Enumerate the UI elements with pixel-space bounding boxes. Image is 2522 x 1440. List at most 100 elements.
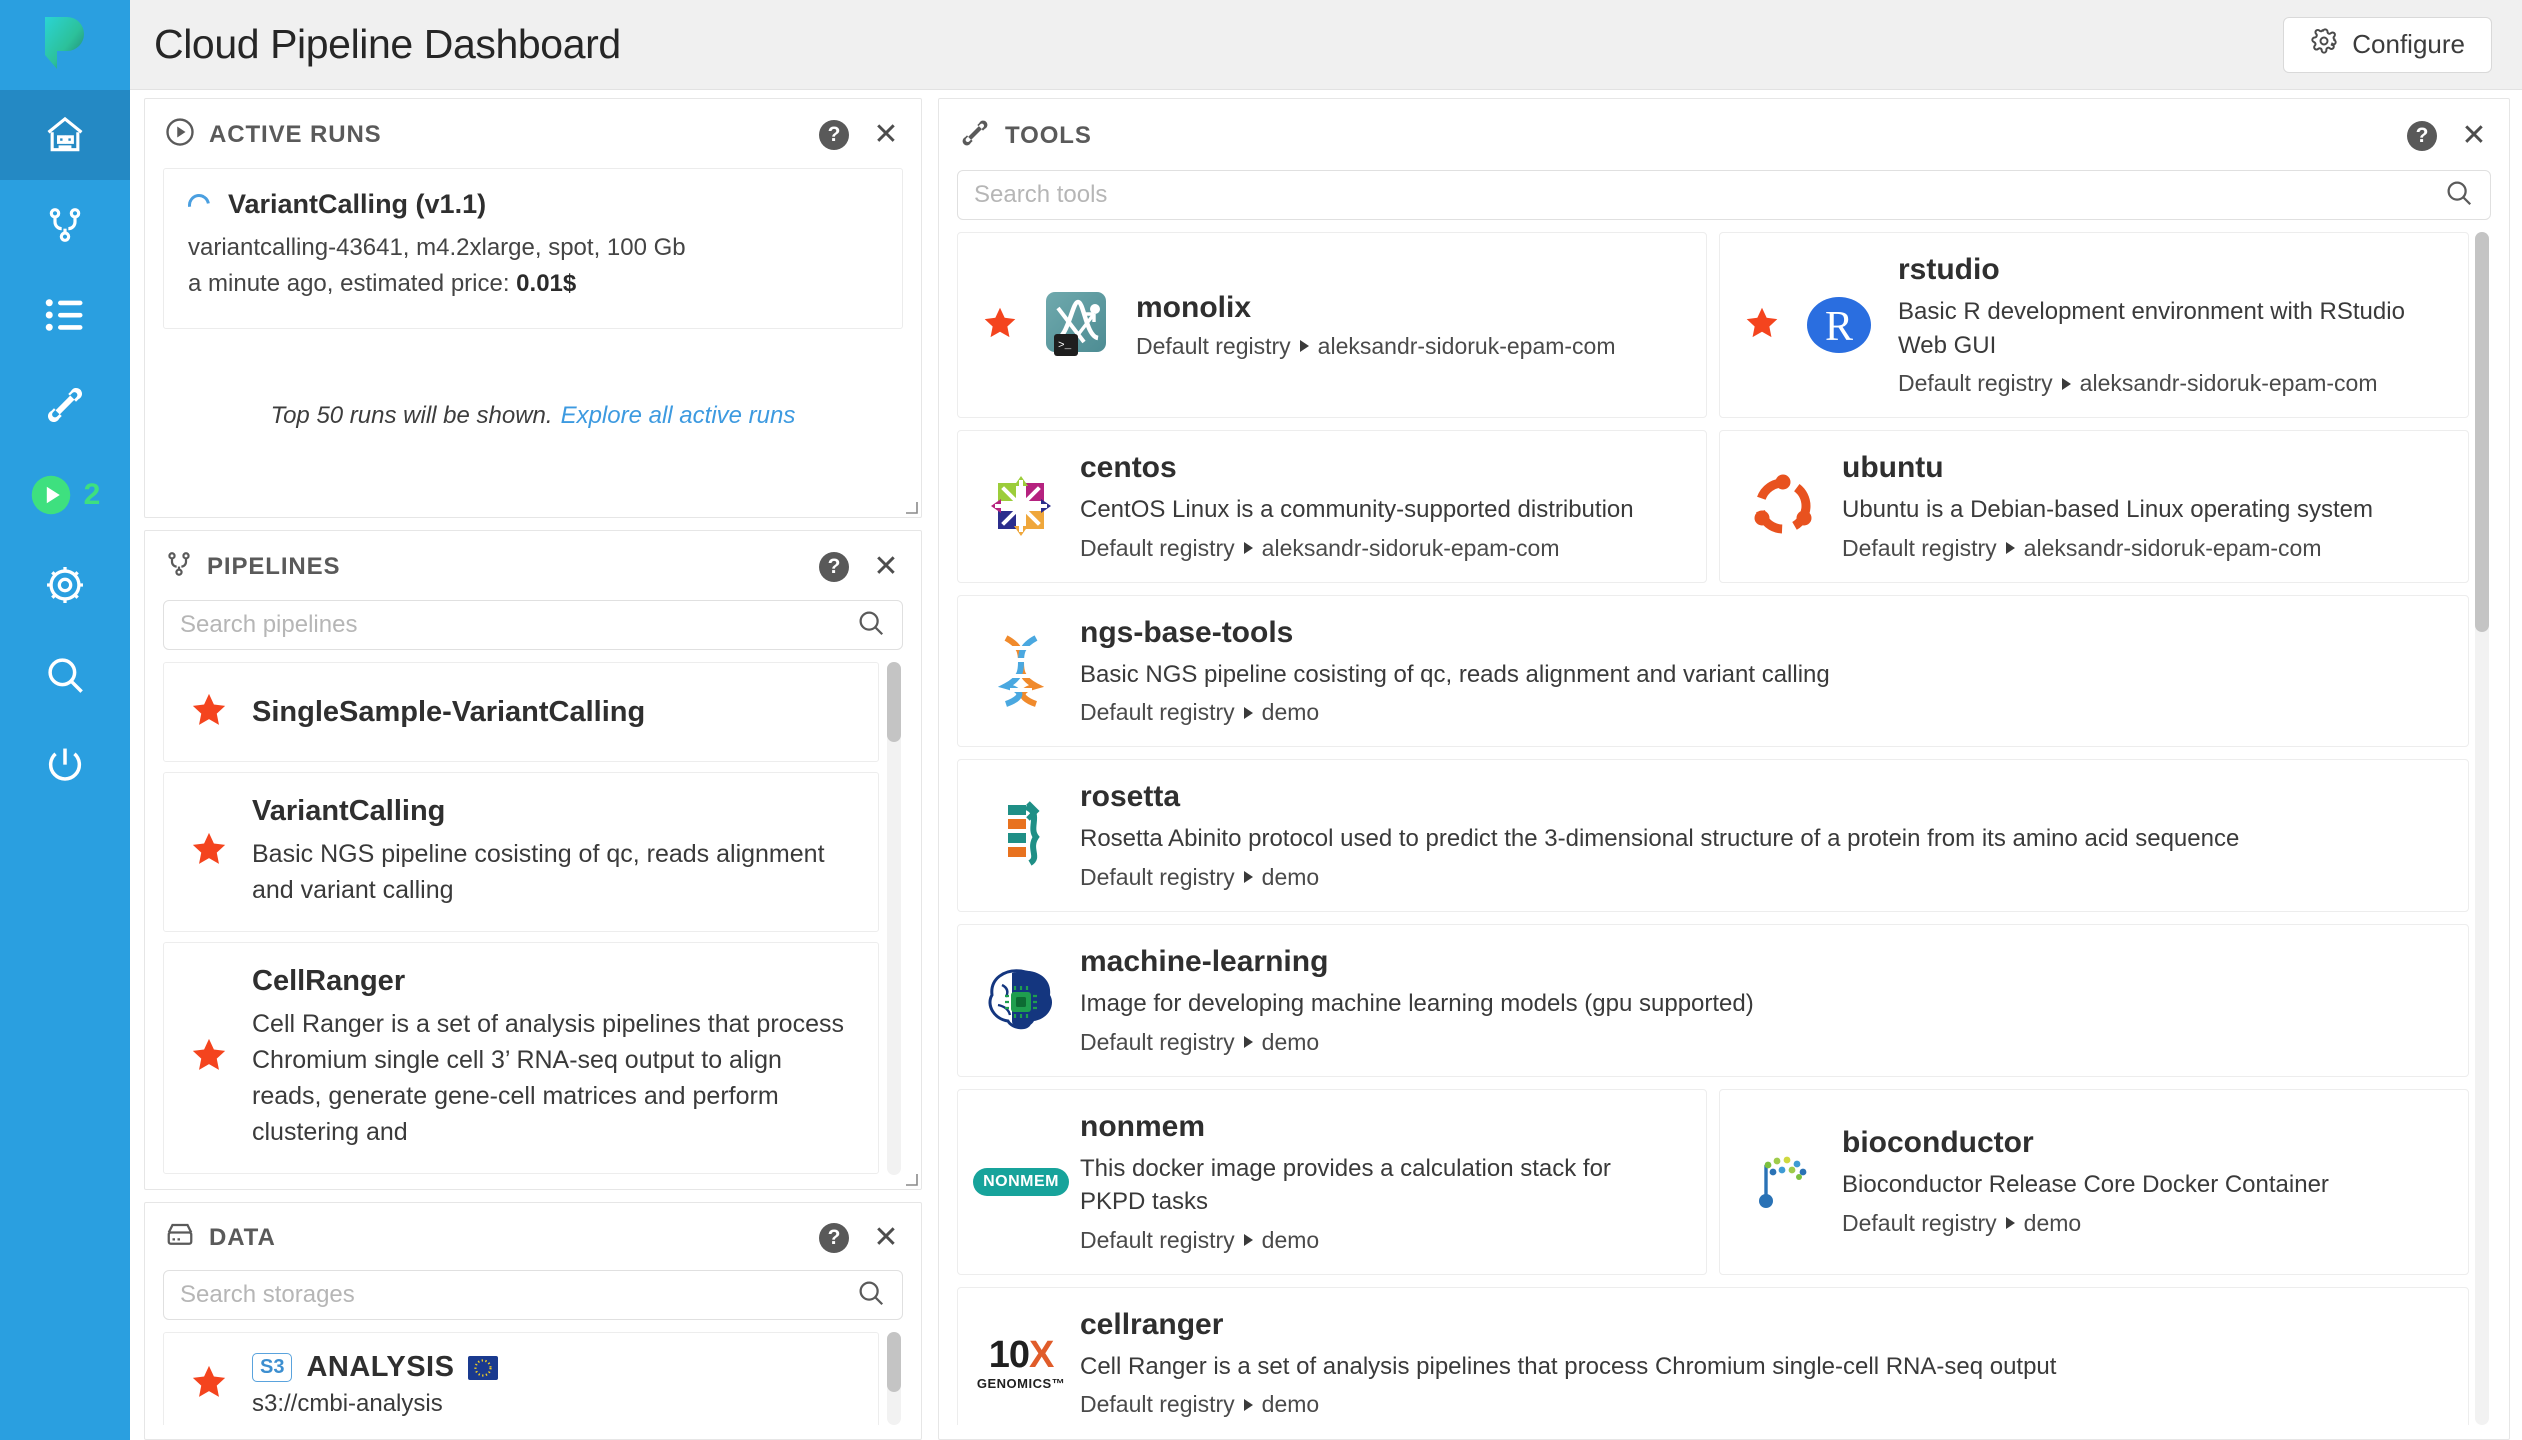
- tool-registry-label: Default registry: [1080, 535, 1235, 562]
- close-icon[interactable]: ✕: [2459, 121, 2489, 151]
- tool-name: ubuntu: [1842, 451, 2373, 485]
- tool-card-nonmem[interactable]: NONMEM nonmem This docker image provides…: [957, 1089, 1707, 1275]
- scrollbar-thumb[interactable]: [887, 1332, 901, 1392]
- tool-registry: Default registry aleksandr-sidoruk-epam-…: [1898, 370, 2444, 397]
- sidebar-item-runs[interactable]: 2: [0, 450, 130, 540]
- tool-card-centos[interactable]: centos CentOS Linux is a community-suppo…: [957, 430, 1707, 583]
- cloud-pipeline-logo-icon: [39, 15, 91, 76]
- tool-registry: Default registry demo: [1080, 864, 2239, 891]
- help-icon[interactable]: ?: [819, 1223, 849, 1253]
- search-icon[interactable]: [2444, 178, 2474, 213]
- storages-search[interactable]: [163, 1270, 903, 1320]
- tool-card-ubuntu[interactable]: ubuntu Ubuntu is a Debian-based Linux op…: [1719, 430, 2469, 583]
- tenx-genomics-logo-icon: 10X GENOMICS™: [982, 1324, 1060, 1402]
- tool-registry: Default registry demo: [1842, 1210, 2329, 1237]
- favorite-star-icon[interactable]: [190, 1036, 228, 1079]
- storage-path: s3://cmbi-analysis: [252, 1390, 498, 1418]
- favorite-star-icon[interactable]: [190, 830, 228, 873]
- close-icon[interactable]: ✕: [871, 552, 901, 582]
- tool-registry: Default registry demo: [1080, 1391, 2056, 1418]
- favorite-star-icon[interactable]: [190, 691, 228, 734]
- favorite-star-icon[interactable]: [190, 1363, 228, 1406]
- tool-description: Ubuntu is a Debian-based Linux operating…: [1842, 493, 2373, 527]
- sidebar-runs-badge: 2: [84, 478, 101, 512]
- search-icon[interactable]: [856, 1278, 886, 1313]
- pipeline-description: Basic NGS pipeline cosisting of qc, read…: [252, 836, 852, 909]
- list-item[interactable]: CellRanger Cell Ranger is a set of analy…: [163, 942, 879, 1174]
- ubuntu-logo-icon: [1744, 467, 1822, 545]
- tool-card-ngs-base-tools[interactable]: ngs-base-tools Basic NGS pipeline cosist…: [957, 595, 2469, 748]
- help-icon[interactable]: ?: [2407, 121, 2437, 151]
- sidebar-item-search[interactable]: [0, 630, 130, 720]
- chevron-right-icon: [1244, 1036, 1253, 1048]
- tools-title: TOOLS: [1005, 122, 1092, 150]
- search-icon: [44, 654, 86, 696]
- tool-card-cellranger[interactable]: 10X GENOMICS™ cellranger Cell Ranger is …: [957, 1287, 2469, 1425]
- main-area: Cloud Pipeline Dashboard Configure: [130, 0, 2522, 1440]
- tool-description: Rosetta Abinito protocol used to predict…: [1080, 822, 2239, 856]
- sidebar-item-home[interactable]: [0, 90, 130, 180]
- tool-card-machine-learning[interactable]: machine-learning Image for developing ma…: [957, 924, 2469, 1077]
- git-branch-icon: [45, 203, 85, 247]
- configure-button[interactable]: Configure: [2283, 17, 2492, 73]
- sidebar-item-tools[interactable]: [0, 360, 130, 450]
- help-icon[interactable]: ?: [819, 120, 849, 150]
- tool-registry: Default registry aleksandr-sidoruk-epam-…: [1080, 535, 1634, 562]
- app-logo[interactable]: [0, 0, 130, 90]
- scrollbar-thumb[interactable]: [887, 662, 901, 742]
- list-item[interactable]: SingleSample-VariantCalling: [163, 662, 879, 762]
- list-item[interactable]: S3 ANALYSIS s3://cmbi-analysis: [163, 1332, 879, 1425]
- scrollbar[interactable]: [887, 1332, 901, 1425]
- tools-search[interactable]: [957, 170, 2491, 220]
- sidebar-item-logout[interactable]: [0, 720, 130, 810]
- close-icon[interactable]: ✕: [871, 1223, 901, 1253]
- tool-description: Image for developing machine learning mo…: [1080, 987, 1754, 1021]
- dna-logo-icon: [982, 632, 1060, 710]
- sidebar-item-library[interactable]: [0, 270, 130, 360]
- scrollbar[interactable]: [2475, 232, 2489, 1425]
- tool-group-label: demo: [1262, 1029, 1320, 1056]
- search-input[interactable]: [974, 181, 2444, 209]
- chevron-right-icon: [1244, 1234, 1253, 1246]
- tools-panel: TOOLS ? ✕: [938, 98, 2510, 1440]
- play-circle-icon: [30, 474, 72, 516]
- chevron-right-icon: [1244, 542, 1253, 554]
- eu-flag-icon: [468, 1356, 498, 1380]
- search-input[interactable]: [180, 611, 856, 639]
- tool-registry-label: Default registry: [1898, 370, 2053, 397]
- active-run-card[interactable]: VariantCalling (v1.1) variantcalling-436…: [163, 168, 903, 329]
- tool-name: rosetta: [1080, 780, 2239, 814]
- active-runs-header: ACTIVE RUNS ? ✕: [145, 99, 921, 168]
- list-icon: [44, 297, 86, 333]
- tool-registry: Default registry demo: [1080, 699, 1830, 726]
- tool-card-bioconductor[interactable]: bioconductor Bioconductor Release Core D…: [1719, 1089, 2469, 1275]
- active-runs-footer: Top 50 runs will be shown. Explore all a…: [163, 329, 903, 503]
- explore-all-active-runs-link[interactable]: Explore all active runs: [561, 402, 796, 430]
- favorite-star-icon[interactable]: [982, 305, 1018, 346]
- favorite-star-icon[interactable]: [1744, 305, 1780, 346]
- pipelines-list: SingleSample-VariantCalling VariantCalli…: [163, 662, 903, 1175]
- search-input[interactable]: [180, 1281, 856, 1309]
- tool-card-rstudio[interactable]: R rstudio Basic R development environmen…: [1719, 232, 2469, 418]
- tool-name: rstudio: [1898, 253, 2444, 287]
- pipeline-name: VariantCalling: [252, 795, 852, 828]
- pipelines-search[interactable]: [163, 600, 903, 650]
- close-icon[interactable]: ✕: [871, 120, 901, 150]
- tool-card-rosetta[interactable]: rosetta Rosetta Abinito protocol used to…: [957, 759, 2469, 912]
- brain-chip-logo-icon: [982, 961, 1060, 1039]
- data-body: S3 ANALYSIS s3://cmbi-analysis: [145, 1270, 921, 1439]
- sidebar-item-settings[interactable]: [0, 540, 130, 630]
- sidebar-item-pipelines[interactable]: [0, 180, 130, 270]
- active-run-time: a minute ago, estimated price:: [188, 270, 516, 297]
- list-item[interactable]: VariantCalling Basic NGS pipeline cosist…: [163, 772, 879, 932]
- active-runs-body: VariantCalling (v1.1) variantcalling-436…: [145, 168, 921, 517]
- search-icon[interactable]: [856, 608, 886, 643]
- active-runs-title: ACTIVE RUNS: [209, 121, 382, 149]
- help-icon[interactable]: ?: [819, 552, 849, 582]
- storage-name: ANALYSIS: [306, 1351, 454, 1384]
- scrollbar-thumb[interactable]: [2475, 232, 2489, 632]
- tool-card-monolix[interactable]: >_ monolix Default registry aleksandr-si…: [957, 232, 1707, 418]
- tool-name: machine-learning: [1080, 945, 1754, 979]
- tool-registry-label: Default registry: [1080, 1227, 1235, 1254]
- scrollbar[interactable]: [887, 662, 901, 1175]
